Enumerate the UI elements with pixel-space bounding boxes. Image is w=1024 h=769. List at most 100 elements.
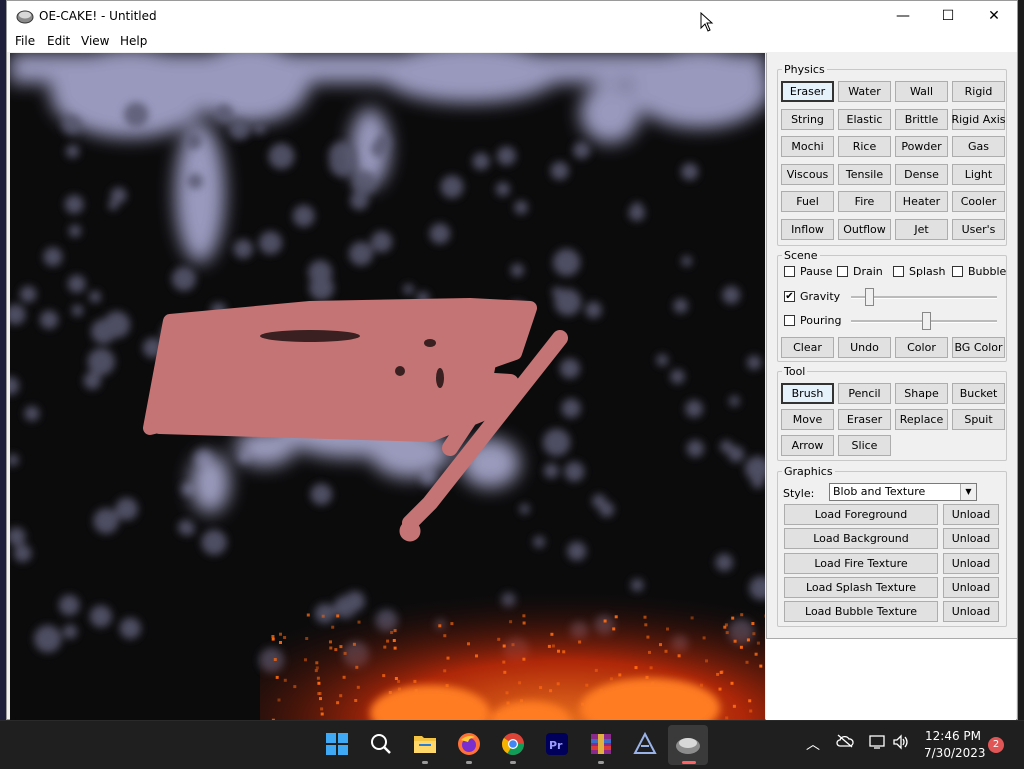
menu-file[interactable]: File bbox=[15, 34, 35, 48]
unload-foreground-button[interactable]: Unload bbox=[943, 504, 999, 525]
load-splash-texture-button[interactable]: Load Splash Texture bbox=[784, 576, 938, 598]
tool-slice-button[interactable]: Slice bbox=[838, 435, 891, 456]
physics-elastic-button[interactable]: Elastic bbox=[838, 108, 891, 130]
cloud-offline-icon[interactable] bbox=[836, 734, 854, 752]
minimize-button[interactable]: — bbox=[880, 1, 926, 31]
physics-heater-button[interactable]: Heater bbox=[895, 191, 948, 213]
load-fire-texture-button[interactable]: Load Fire Texture bbox=[784, 552, 938, 574]
tool-replace-button[interactable]: Replace bbox=[895, 409, 948, 430]
fire-spark bbox=[648, 650, 651, 654]
tool-spuit-button[interactable]: Spuit bbox=[952, 409, 1005, 430]
firefox-icon[interactable] bbox=[456, 731, 482, 757]
network-icon[interactable] bbox=[868, 734, 886, 754]
unload-fire-texture-button[interactable]: Unload bbox=[943, 552, 999, 574]
physics-rice-button[interactable]: Rice bbox=[838, 136, 891, 158]
tool-eraser-button[interactable]: Eraser bbox=[838, 409, 891, 430]
particle-blob bbox=[729, 395, 740, 407]
drain-check-box[interactable] bbox=[837, 266, 848, 277]
tool-pencil-button[interactable]: Pencil bbox=[838, 383, 891, 404]
gravity-check-box[interactable]: ✔ bbox=[784, 291, 795, 302]
unload-background-button[interactable]: Unload bbox=[943, 528, 999, 550]
menu-view[interactable]: View bbox=[81, 34, 109, 48]
tool-move-button[interactable]: Move bbox=[781, 409, 834, 430]
scene-bg-color-button[interactable]: BG Color bbox=[952, 337, 1005, 358]
tool-shape-button[interactable]: Shape bbox=[895, 383, 948, 404]
bubble-check-box[interactable] bbox=[952, 266, 963, 277]
physics-tensile-button[interactable]: Tensile bbox=[838, 163, 891, 185]
scene-color-button[interactable]: Color bbox=[895, 337, 948, 358]
fire-spark bbox=[643, 615, 647, 619]
physics-eraser-button[interactable]: Eraser bbox=[781, 81, 834, 102]
pouring-checkbox[interactable]: Pouring bbox=[784, 314, 841, 327]
chrome-icon[interactable] bbox=[500, 731, 526, 757]
physics-string-button[interactable]: String bbox=[781, 108, 834, 130]
unload-bubble-texture-button[interactable]: Unload bbox=[943, 601, 999, 623]
fire-spark bbox=[413, 679, 417, 683]
physics-cooler-button[interactable]: Cooler bbox=[952, 191, 1005, 213]
volume-icon[interactable] bbox=[892, 734, 910, 754]
physics-light-button[interactable]: Light bbox=[952, 163, 1005, 185]
load-background-button[interactable]: Load Background bbox=[784, 528, 938, 550]
notification-badge[interactable]: 2 bbox=[988, 737, 1004, 753]
gravity-slider-thumb[interactable] bbox=[865, 288, 874, 306]
pouring-slider[interactable] bbox=[851, 311, 997, 331]
physics-water-button[interactable]: Water bbox=[838, 81, 891, 102]
physics-fire-button[interactable]: Fire bbox=[838, 191, 891, 213]
physics-viscous-button[interactable]: Viscous bbox=[781, 163, 834, 185]
physics-inflow-button[interactable]: Inflow bbox=[781, 219, 834, 240]
scene-undo-button[interactable]: Undo bbox=[838, 337, 891, 358]
load-bubble-texture-button[interactable]: Load Bubble Texture bbox=[784, 601, 938, 623]
physics-powder-button[interactable]: Powder bbox=[895, 136, 948, 158]
physics-outflow-button[interactable]: Outflow bbox=[838, 219, 891, 240]
fire-spark bbox=[331, 625, 335, 629]
chevron-down-icon[interactable]: ▼ bbox=[960, 484, 976, 500]
tool-arrow-button[interactable]: Arrow bbox=[781, 435, 834, 456]
physics-rigid-axis-button[interactable]: Rigid Axis bbox=[951, 108, 1006, 130]
scene-clear-button[interactable]: Clear bbox=[781, 337, 834, 358]
pouring-check-box[interactable] bbox=[784, 315, 795, 326]
fire-spark bbox=[557, 649, 560, 653]
app-a-icon[interactable] bbox=[632, 731, 658, 757]
physics-mochi-button[interactable]: Mochi bbox=[781, 136, 834, 158]
physics-wall-button[interactable]: Wall bbox=[895, 81, 948, 102]
chevron-up-icon[interactable]: ︿ bbox=[806, 734, 820, 754]
winrar-icon[interactable] bbox=[588, 731, 614, 757]
physics-dense-button[interactable]: Dense bbox=[895, 163, 948, 185]
pause-check-box[interactable] bbox=[784, 266, 795, 277]
pouring-slider-thumb[interactable] bbox=[922, 312, 931, 330]
premiere-icon[interactable]: Pr bbox=[544, 731, 570, 757]
gravity-checkbox[interactable]: ✔ Gravity bbox=[784, 290, 840, 303]
file-explorer-icon[interactable] bbox=[412, 731, 438, 757]
gravity-slider[interactable] bbox=[851, 287, 997, 307]
drain-checkbox[interactable]: Drain bbox=[837, 265, 883, 278]
physics-user-s-button[interactable]: User's bbox=[952, 219, 1005, 240]
fire-spark bbox=[719, 671, 723, 674]
menu-edit[interactable]: Edit bbox=[47, 34, 70, 48]
unload-splash-texture-button[interactable]: Unload bbox=[943, 576, 999, 598]
pause-checkbox[interactable]: Pause bbox=[784, 265, 832, 278]
tool-brush-button[interactable]: Brush bbox=[781, 383, 834, 404]
physics-brittle-button[interactable]: Brittle bbox=[895, 108, 948, 130]
clock-time[interactable]: 12:46 PM bbox=[925, 729, 981, 743]
splash-checkbox[interactable]: Splash bbox=[893, 265, 945, 278]
load-foreground-button[interactable]: Load Foreground bbox=[784, 504, 938, 525]
clock-date[interactable]: 7/30/2023 bbox=[924, 746, 986, 760]
physics-gas-button[interactable]: Gas bbox=[952, 136, 1005, 158]
splash-check-box[interactable] bbox=[893, 266, 904, 277]
oe-cake-icon[interactable] bbox=[675, 731, 701, 757]
physics-fuel-button[interactable]: Fuel bbox=[781, 191, 834, 213]
bubble-checkbox[interactable]: Bubble bbox=[952, 265, 1006, 278]
menu-help[interactable]: Help bbox=[120, 34, 147, 48]
tool-bucket-button[interactable]: Bucket bbox=[952, 383, 1005, 404]
physics-jet-button[interactable]: Jet bbox=[895, 219, 948, 240]
maximize-button[interactable]: ☐ bbox=[925, 1, 971, 31]
fire-spark bbox=[314, 669, 318, 673]
close-button[interactable]: ✕ bbox=[971, 1, 1017, 31]
physics-rigid-button[interactable]: Rigid bbox=[952, 81, 1005, 102]
simulation-canvas[interactable] bbox=[10, 53, 765, 721]
search-icon[interactable] bbox=[368, 731, 394, 757]
start-icon[interactable] bbox=[324, 731, 350, 757]
style-dropdown[interactable]: Blob and Texture ▼ bbox=[829, 483, 977, 501]
particle-blob bbox=[309, 275, 334, 301]
title-bar[interactable]: OE-CAKE! - Untitled — ☐ ✕ bbox=[7, 1, 1017, 31]
